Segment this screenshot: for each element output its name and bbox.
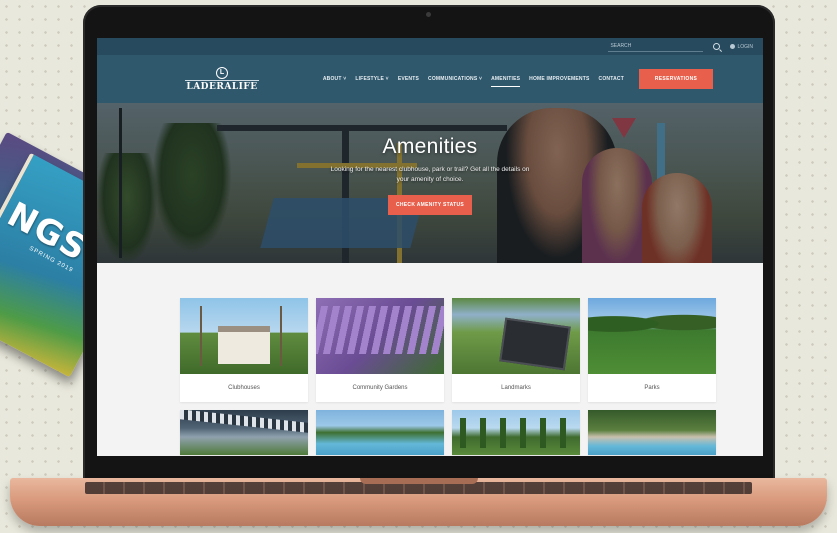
webcam-icon [426,12,431,17]
amenity-card-landmarks[interactable]: Landmarks [452,298,580,402]
hero-content: Amenities Looking for the nearest clubho… [97,135,763,215]
page-title: Amenities [382,135,478,158]
website-screen: LOGIN L LADERALIFE ABOUT ˅ LIFESTYLE ˅ E… [97,38,763,456]
park-photo [588,298,716,374]
main-navigation: L LADERALIFE ABOUT ˅ LIFESTYLE ˅ EVENTS … [97,55,763,103]
login-label: LOGIN [737,43,753,50]
nav-item-communications[interactable]: COMMUNICATIONS ˅ [428,73,482,85]
clubhouse-building [218,326,270,364]
hero-subtitle: Looking for the nearest clubhouse, park … [330,166,530,183]
nav-menu: ABOUT ˅ LIFESTYLE ˅ EVENTS COMMUNICATION… [323,69,713,89]
pool-photo [316,410,444,455]
amenity-grid: Clubhouses Community Gardens Landmarks P… [180,298,716,455]
amenity-card[interactable] [180,410,308,455]
amenity-card-clubhouses[interactable]: Clubhouses [180,298,308,402]
login-link[interactable]: LOGIN [730,44,753,50]
nav-item-lifestyle[interactable]: LIFESTYLE ˅ [355,73,388,85]
user-icon [730,44,736,49]
logo-text: LADERALIFE [186,81,258,92]
amenity-card[interactable] [588,410,716,455]
amenity-card-community-gardens[interactable]: Community Gardens [316,298,444,402]
resort-pool-photo [588,410,716,455]
palm-tree [200,306,202,366]
logo-divider [185,79,259,81]
amenity-card[interactable] [452,410,580,455]
landmark-photo [452,298,580,374]
utility-bar: LOGIN [97,38,763,55]
palms-photo [452,410,580,455]
nav-item-home-improvements[interactable]: HOME IMPROVEMENTS [529,73,589,85]
amenity-card-parks[interactable]: Parks [588,298,716,402]
laptop-notch [360,478,478,484]
pavilion-photo [180,410,308,455]
clubhouse-photo [180,298,308,374]
garden-photo [316,298,444,374]
nav-item-contact[interactable]: CONTACT [599,73,624,85]
logo-mark: L [216,66,228,79]
nav-item-amenities[interactable]: AMENITIES [491,73,521,87]
card-label: Parks [644,385,660,391]
search-icon[interactable] [713,43,721,50]
amenity-card[interactable] [316,410,444,455]
card-label: Clubhouses [228,385,260,391]
search-input[interactable] [608,41,704,52]
park-trees [588,306,716,336]
palm-tree [280,306,282,366]
nav-item-about[interactable]: ABOUT ˅ [323,73,347,85]
check-amenity-status-button[interactable]: CHECK AMENITY STATUS [388,195,472,215]
palm-row [452,418,580,448]
landmark-plaque [499,317,571,371]
card-label: Landmarks [501,385,531,391]
garden-fence [316,306,444,354]
site-logo[interactable]: L LADERALIFE [185,66,259,92]
hero-banner: Amenities Looking for the nearest clubho… [97,103,763,263]
reservations-button[interactable]: RESERVATIONS [639,69,713,89]
card-label: Community Gardens [352,385,408,391]
pavilion-roof [180,410,308,433]
nav-item-events[interactable]: EVENTS [398,73,419,85]
